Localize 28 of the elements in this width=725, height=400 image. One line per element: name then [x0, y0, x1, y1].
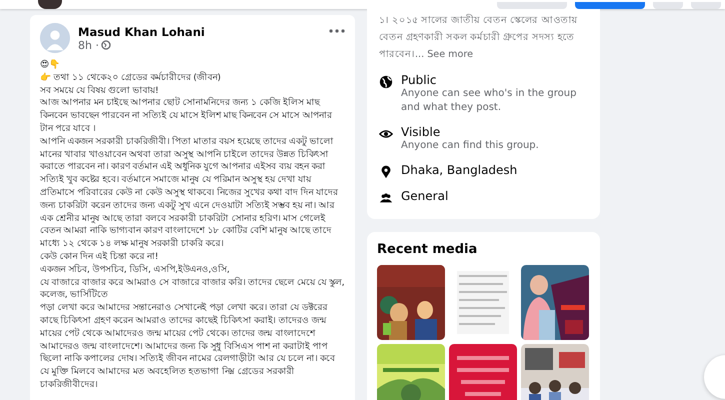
- toolbar-button[interactable]: [575, 2, 645, 9]
- see-more-link[interactable]: See more: [427, 49, 473, 60]
- post-text: কেউ কোন দিন এই চিন্তা করে না!: [40, 250, 160, 264]
- eye-icon: [379, 127, 393, 141]
- post-text: যে বাজারে বাজার করে আমরাও সে বাজারে বাজার করি। তাদের ছেলে মেয়ে যে স্কুল, কলেজ, ভার্সিটিতে: [40, 276, 345, 302]
- info-title: General: [401, 189, 448, 203]
- post-text: একজন সচিব, উপসচিব, ডিসি, এসপি,ইউএনও,ওসি,: [40, 264, 231, 277]
- info-text: Anyone can see who's in the group and what they post.: [401, 87, 578, 115]
- author-name[interactable]: Masud Khan Lohani: [78, 24, 205, 38]
- toolbar-button[interactable]: [653, 2, 683, 9]
- post-text: পড়া লেখা করে আমাদের সন্তানেরাও সেখানেই পড়া লেখা করে। তারা যে ডক্টরের কাছে চিকিৎসা গ্রহণ করেন আমরাও তাদের কাছেই চিকিৎসা করাই। তাদেরও জন্ম মায়ের পেট থেকে আমাদেরও জন্ম মায়ের পেট থেকে। তাদের জন্ম বাংলাদেশে আমাদেরও জন্ম বাংলাদেশে। আমাদের জন্য কি সুধু বিসিএস পাশ না করাটাই পাপ ছিলো নাকি কপালের দোষ। সত্যিই জীবন নামের রেলগাড়ীটা আর যে চলে না। কবে যে মুক্তি মিলবে আমাদের মত অবহেলিত হতভাগা নিম্ন গ্রেডের সরকারী চাকরিজীবীদের।: [40, 302, 336, 392]
- people-icon: [379, 191, 393, 205]
- section-title: Recent media: [377, 242, 478, 257]
- post-text: আপনি একজন সরকারী চাকরিজীবী। পিতা মাতার বয়স হয়েছে তাদের একটু ভালো মানের খাবার খাওয়াবেন অথবা তারা অসুস্থ আপনি চাইলে তাদের উন্নত চিকিৎসা করাতে পারবেন না। কারণ বর্তমান এই অধুনিক যুগে আপনার এইসব ব্যয় বহন করা সত্যিই খুব কষ্টের হবে। বর্তমানে সমাজে মানুষ যে পরিমান অসুস্থ হয় দেখা যায় প্রতিমাসে পরিবারের কেউ না কেউ অসুস্থ থাকবে। নিজের সুখের কথা বাদ দিন যাদের জন্য চাকরিটা করেন তাদের জন্য একটু সুখ এনে দেওয়াটা সত্যিই সম্ভব হয় না। আর এক শ্রেনীর মানুষ আছে তারা বলবে সরকারী চাকরিটা সোনার হরিণ। মাস গেলেই বেতন আমরা নাকি ভাগ্যবান কারণ বাংলাদেশে ১৮ কোটির বেশি মানুষ আছে তাদে মাধ্যে ১২ থেকে ১৪ লক্ষ মানুষ সরকারী চাকরি করে।: [40, 136, 339, 250]
- avatar[interactable]: [38, 0, 62, 9]
- info-title: Dhaka, Bangladesh: [401, 163, 518, 177]
- toolbar-button[interactable]: [691, 2, 721, 9]
- more-icon[interactable]: [329, 29, 345, 33]
- post-text: আজ আপনার মন চাইছে আপনার ছোট সোনামনিদের জন্য ১ কেজি ইলিস মাছ কিনবেন ভাবছেন পারবেন না সত্যিই যে মাসে ইলিশ মাছ কিনবেন সে মাসে আপনার টান পরে যাবে ।: [40, 97, 333, 136]
- post-text: 😍👇: [40, 59, 61, 72]
- post-text: 👉 তথা ১১ থেকে২০ গ্রেডের কর্মচারীদের (জীবন): [40, 72, 222, 85]
- group-description: ১। ২০১৫ সালের জাতীয় বেতন স্কেলের আওতায় বেতন গ্রহণকারী সকল কর্মচারী গ্রুপের সদস্য হতে পারবেন।... See more: [379, 13, 578, 62]
- post-text: সব সময়ে যে বিষয় গুলো ভাবায়!: [40, 84, 160, 97]
- info-title: Public: [401, 73, 438, 87]
- info-text: Anyone can find this group.: [401, 139, 539, 153]
- location-pin-icon: [379, 165, 393, 179]
- post-time[interactable]: 8h ·: [78, 38, 99, 52]
- info-title: Visible: [401, 125, 442, 139]
